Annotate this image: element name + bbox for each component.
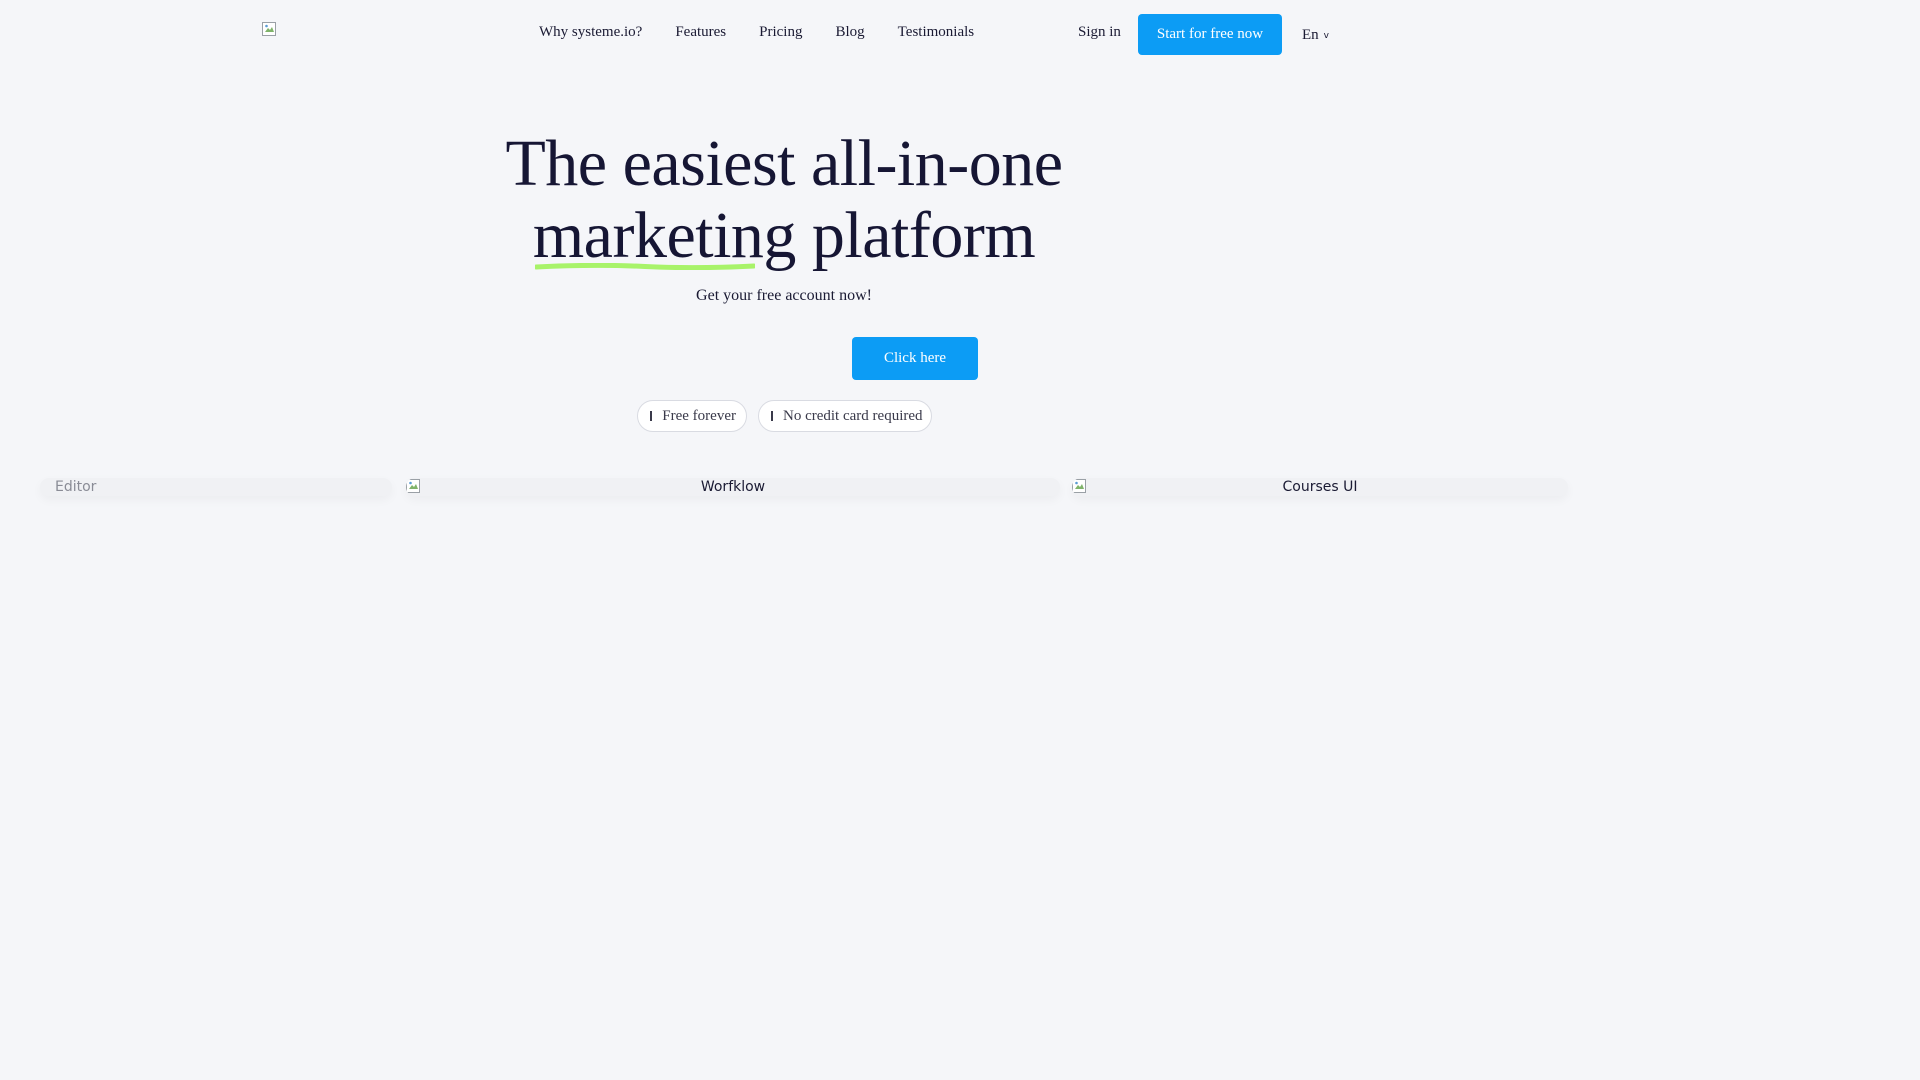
editor-image-alt: Editor (55, 479, 97, 495)
hero-title-line1: The easiest all-in-one (505, 127, 1063, 200)
courses-image-alt: Courses UI (1282, 479, 1358, 495)
hero-title: The easiest all-in-one marketing platfor… (0, 128, 1568, 272)
editor-screenshot: Editor (40, 478, 392, 496)
nav-item-why-systeme[interactable]: Why systeme.io? (539, 24, 642, 41)
start-for-free-button[interactable]: Start for free now (1138, 14, 1282, 55)
landing-page: Why systeme.io? Features Pricing Blog Te… (0, 0, 1568, 882)
check-icon (650, 411, 653, 421)
click-here-button[interactable]: Click here (852, 337, 978, 380)
hero-subtitle: Get your free account now! (696, 287, 872, 304)
hero-title-rest: platform (811, 199, 1036, 272)
main-nav: Why systeme.io? Features Pricing Blog Te… (539, 24, 974, 41)
sign-in-link[interactable]: Sign in (1078, 24, 1121, 41)
nav-item-testimonials[interactable]: Testimonials (898, 24, 974, 41)
logo-image-broken-icon[interactable] (262, 22, 276, 36)
workflow-image-alt: Worfklow (700, 479, 766, 495)
check-icon (771, 411, 773, 421)
courses-screenshot: Courses UI (1072, 478, 1568, 496)
nav-item-features[interactable]: Features (675, 24, 726, 41)
workflow-screenshot: Worfklow (406, 478, 1060, 496)
badge-no-credit-card: No credit card required (758, 400, 932, 432)
hero-title-highlight: marketing (532, 199, 797, 272)
badge-label: No credit card required (783, 407, 923, 424)
badge-free-forever: Free forever (637, 400, 747, 432)
language-selector[interactable]: En v (1302, 27, 1329, 44)
badge-label: Free forever (662, 407, 736, 424)
nav-item-blog[interactable]: Blog (835, 24, 864, 41)
chevron-down-icon: v (1323, 30, 1329, 41)
language-label: En (1302, 27, 1319, 43)
nav-item-pricing[interactable]: Pricing (759, 24, 802, 41)
